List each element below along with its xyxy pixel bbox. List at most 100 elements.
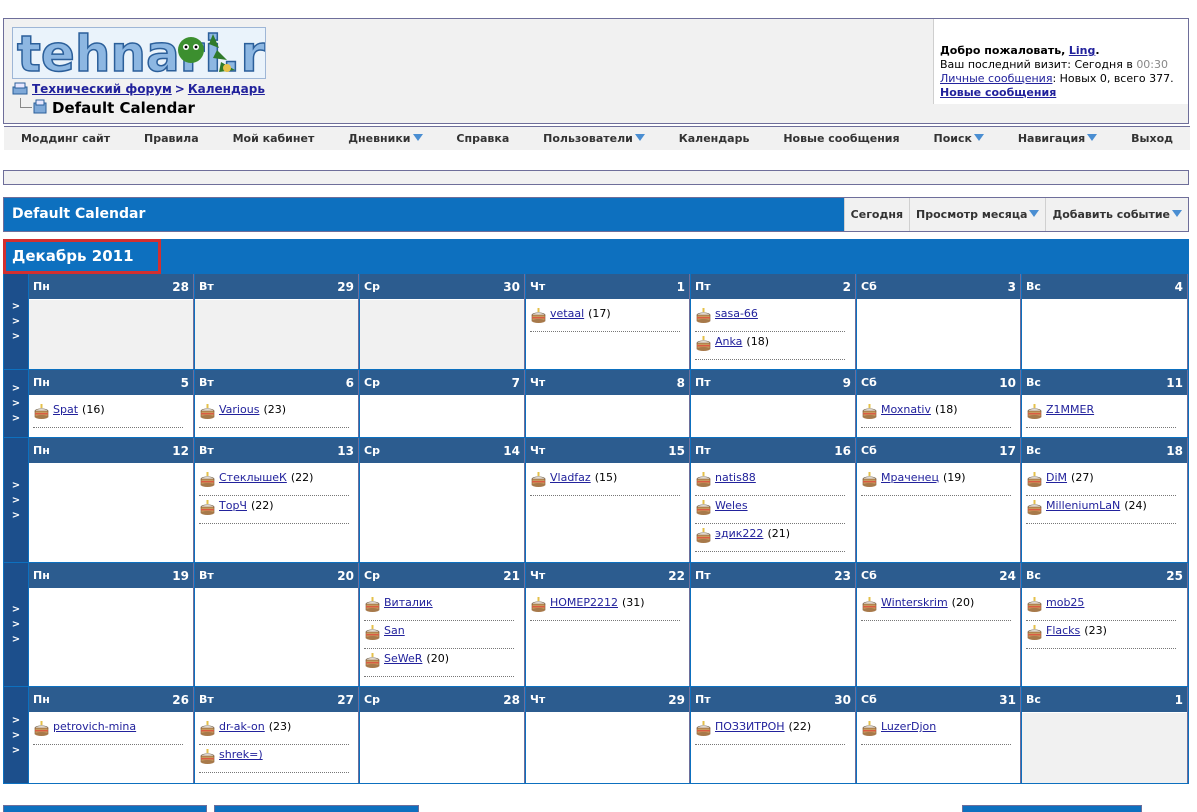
nav-item-4[interactable]: Справка <box>439 132 526 145</box>
day-cell[interactable]: Пн 26 petrovich-mina <box>29 687 194 783</box>
day-header[interactable]: Вт 27 <box>195 687 358 713</box>
day-cell[interactable]: Сб 17 Мраченец (19) <box>857 438 1021 562</box>
bottom-button-middle[interactable] <box>214 805 419 812</box>
day-header[interactable]: Ср 21 <box>360 563 524 589</box>
day-header[interactable]: Сб 17 <box>857 438 1020 464</box>
day-header[interactable]: Чт 29 <box>526 687 689 713</box>
day-header[interactable]: Ср 7 <box>360 370 524 396</box>
birthday-user-link[interactable]: Spat <box>53 403 78 416</box>
birthday-user-link[interactable]: HOMEP2212 <box>550 596 618 609</box>
birthday-user-link[interactable]: mob25 <box>1046 596 1084 609</box>
day-cell[interactable]: Ср 30 <box>360 274 525 369</box>
day-cell[interactable]: Пт 16 natis88 Weles эдик222 (21) <box>691 438 856 562</box>
day-cell[interactable]: Вт 27 dr-ak-on (23) shrek=) <box>195 687 359 783</box>
bottom-button-right[interactable] <box>962 805 1142 812</box>
day-cell[interactable]: Чт 15 Vladfaz (15) <box>526 438 690 562</box>
day-header[interactable]: Чт 15 <box>526 438 689 464</box>
bottom-button-left[interactable] <box>3 805 207 812</box>
birthday-user-link[interactable]: DiM <box>1046 471 1067 484</box>
birthday-user-link[interactable]: Vladfaz <box>550 471 591 484</box>
day-cell[interactable]: Вс 1 <box>1022 687 1188 783</box>
day-cell[interactable]: Чт 29 <box>526 687 690 783</box>
day-cell[interactable]: Вт 6 Various (23) <box>195 370 359 437</box>
day-header[interactable]: Сб 10 <box>857 370 1020 396</box>
day-cell[interactable]: Пт 9 <box>691 370 856 437</box>
day-header[interactable]: Вт 6 <box>195 370 358 396</box>
birthday-user-link[interactable]: SeWeR <box>384 652 422 665</box>
birthday-user-link[interactable]: СтеклышеК <box>219 471 287 484</box>
birthday-user-link[interactable]: vetaal <box>550 307 584 320</box>
day-cell[interactable]: Вс 11 Z1MMER <box>1022 370 1188 437</box>
day-header[interactable]: Вс 11 <box>1022 370 1187 396</box>
day-header[interactable]: Пт 16 <box>691 438 855 464</box>
breadcrumb-forum-link[interactable]: Технический форум <box>32 82 172 96</box>
day-cell[interactable]: Пн 12 <box>29 438 194 562</box>
day-header[interactable]: Пн 28 <box>29 274 193 300</box>
birthday-user-link[interactable]: Weles <box>715 499 748 512</box>
day-cell[interactable]: Ср 14 <box>360 438 525 562</box>
week-view-button[interactable]: > > > <box>4 370 28 437</box>
day-cell[interactable]: Чт 1 vetaal (17) <box>526 274 690 369</box>
day-cell[interactable]: Ср 7 <box>360 370 525 437</box>
day-header[interactable]: Пн 12 <box>29 438 193 464</box>
new-posts-link[interactable]: Новые сообщения <box>940 86 1056 99</box>
day-cell[interactable]: Вт 29 <box>195 274 359 369</box>
birthday-user-link[interactable]: LuzerDjon <box>881 720 936 733</box>
calendar-tool-1[interactable]: Просмотр месяца <box>909 198 1046 231</box>
week-view-button[interactable]: > > > <box>4 438 28 562</box>
day-header[interactable]: Вс 18 <box>1022 438 1187 464</box>
calendar-tool-0[interactable]: Сегодня <box>843 198 910 231</box>
day-header[interactable]: Вт 29 <box>195 274 358 300</box>
day-cell[interactable]: Ср 21 Виталик San SeWeR (20) <box>360 563 525 686</box>
breadcrumb-calendar-link[interactable]: Календарь <box>188 82 265 96</box>
day-cell[interactable]: Чт 8 <box>526 370 690 437</box>
nav-item-8[interactable]: Поиск <box>917 132 1001 145</box>
nav-item-7[interactable]: Новые сообщения <box>766 132 916 145</box>
birthday-user-link[interactable]: petrovich-mina <box>53 720 136 733</box>
day-cell[interactable]: Пт 2 sasa-66 Anka (18) <box>691 274 856 369</box>
nav-item-3[interactable]: Дневники <box>331 132 439 145</box>
birthday-user-link[interactable]: San <box>384 624 405 637</box>
day-cell[interactable]: Пн 5 Spat (16) <box>29 370 194 437</box>
day-cell[interactable]: Пн 19 <box>29 563 194 686</box>
birthday-user-link[interactable]: Various <box>219 403 259 416</box>
day-cell[interactable]: Сб 24 Winterskrim (20) <box>857 563 1021 686</box>
nav-item-6[interactable]: Календарь <box>662 132 767 145</box>
nav-item-1[interactable]: Правила <box>127 132 216 145</box>
day-cell[interactable]: Сб 31 LuzerDjon <box>857 687 1021 783</box>
week-view-button[interactable]: > > > <box>4 687 28 783</box>
day-header[interactable]: Сб 3 <box>857 274 1020 300</box>
birthday-user-link[interactable]: ПОЗЗИТРОН <box>715 720 785 733</box>
site-logo[interactable]: tehnari.ru <box>12 27 266 79</box>
day-cell[interactable]: Сб 10 Moxnativ (18) <box>857 370 1021 437</box>
calendar-tool-2[interactable]: Добавить событие <box>1045 198 1188 231</box>
day-header[interactable]: Пн 19 <box>29 563 193 589</box>
birthday-user-link[interactable]: эдик222 <box>715 527 763 540</box>
day-header[interactable]: Пт 9 <box>691 370 855 396</box>
day-header[interactable]: Чт 22 <box>526 563 689 589</box>
birthday-user-link[interactable]: sasa-66 <box>715 307 758 320</box>
birthday-user-link[interactable]: shrek=) <box>219 748 263 761</box>
day-header[interactable]: Сб 24 <box>857 563 1020 589</box>
private-messages-link[interactable]: Личные сообщения <box>940 72 1052 85</box>
day-header[interactable]: Ср 30 <box>360 274 524 300</box>
birthday-user-link[interactable]: Z1MMER <box>1046 403 1094 416</box>
birthday-user-link[interactable]: Winterskrim <box>881 596 948 609</box>
nav-item-0[interactable]: Моддинг сайт <box>4 132 127 145</box>
day-header[interactable]: Ср 28 <box>360 687 524 713</box>
birthday-user-link[interactable]: natis88 <box>715 471 756 484</box>
day-header[interactable]: Вс 1 <box>1022 687 1187 713</box>
week-view-button[interactable]: > > > <box>4 563 28 686</box>
week-view-button[interactable]: > > > <box>4 274 28 369</box>
day-cell[interactable]: Пт 30 ПОЗЗИТРОН (22) <box>691 687 856 783</box>
day-header[interactable]: Вс 4 <box>1022 274 1187 300</box>
day-cell[interactable]: Вс 18 DiM (27) MilleniumLaN (24) <box>1022 438 1188 562</box>
username-link[interactable]: Ling <box>1069 44 1096 57</box>
day-header[interactable]: Пт 30 <box>691 687 855 713</box>
nav-item-5[interactable]: Пользователи <box>526 132 662 145</box>
day-cell[interactable]: Вт 20 <box>195 563 359 686</box>
day-header[interactable]: Чт 1 <box>526 274 689 300</box>
day-header[interactable]: Вс 25 <box>1022 563 1187 589</box>
day-header[interactable]: Пн 5 <box>29 370 193 396</box>
day-header[interactable]: Пт 23 <box>691 563 855 589</box>
